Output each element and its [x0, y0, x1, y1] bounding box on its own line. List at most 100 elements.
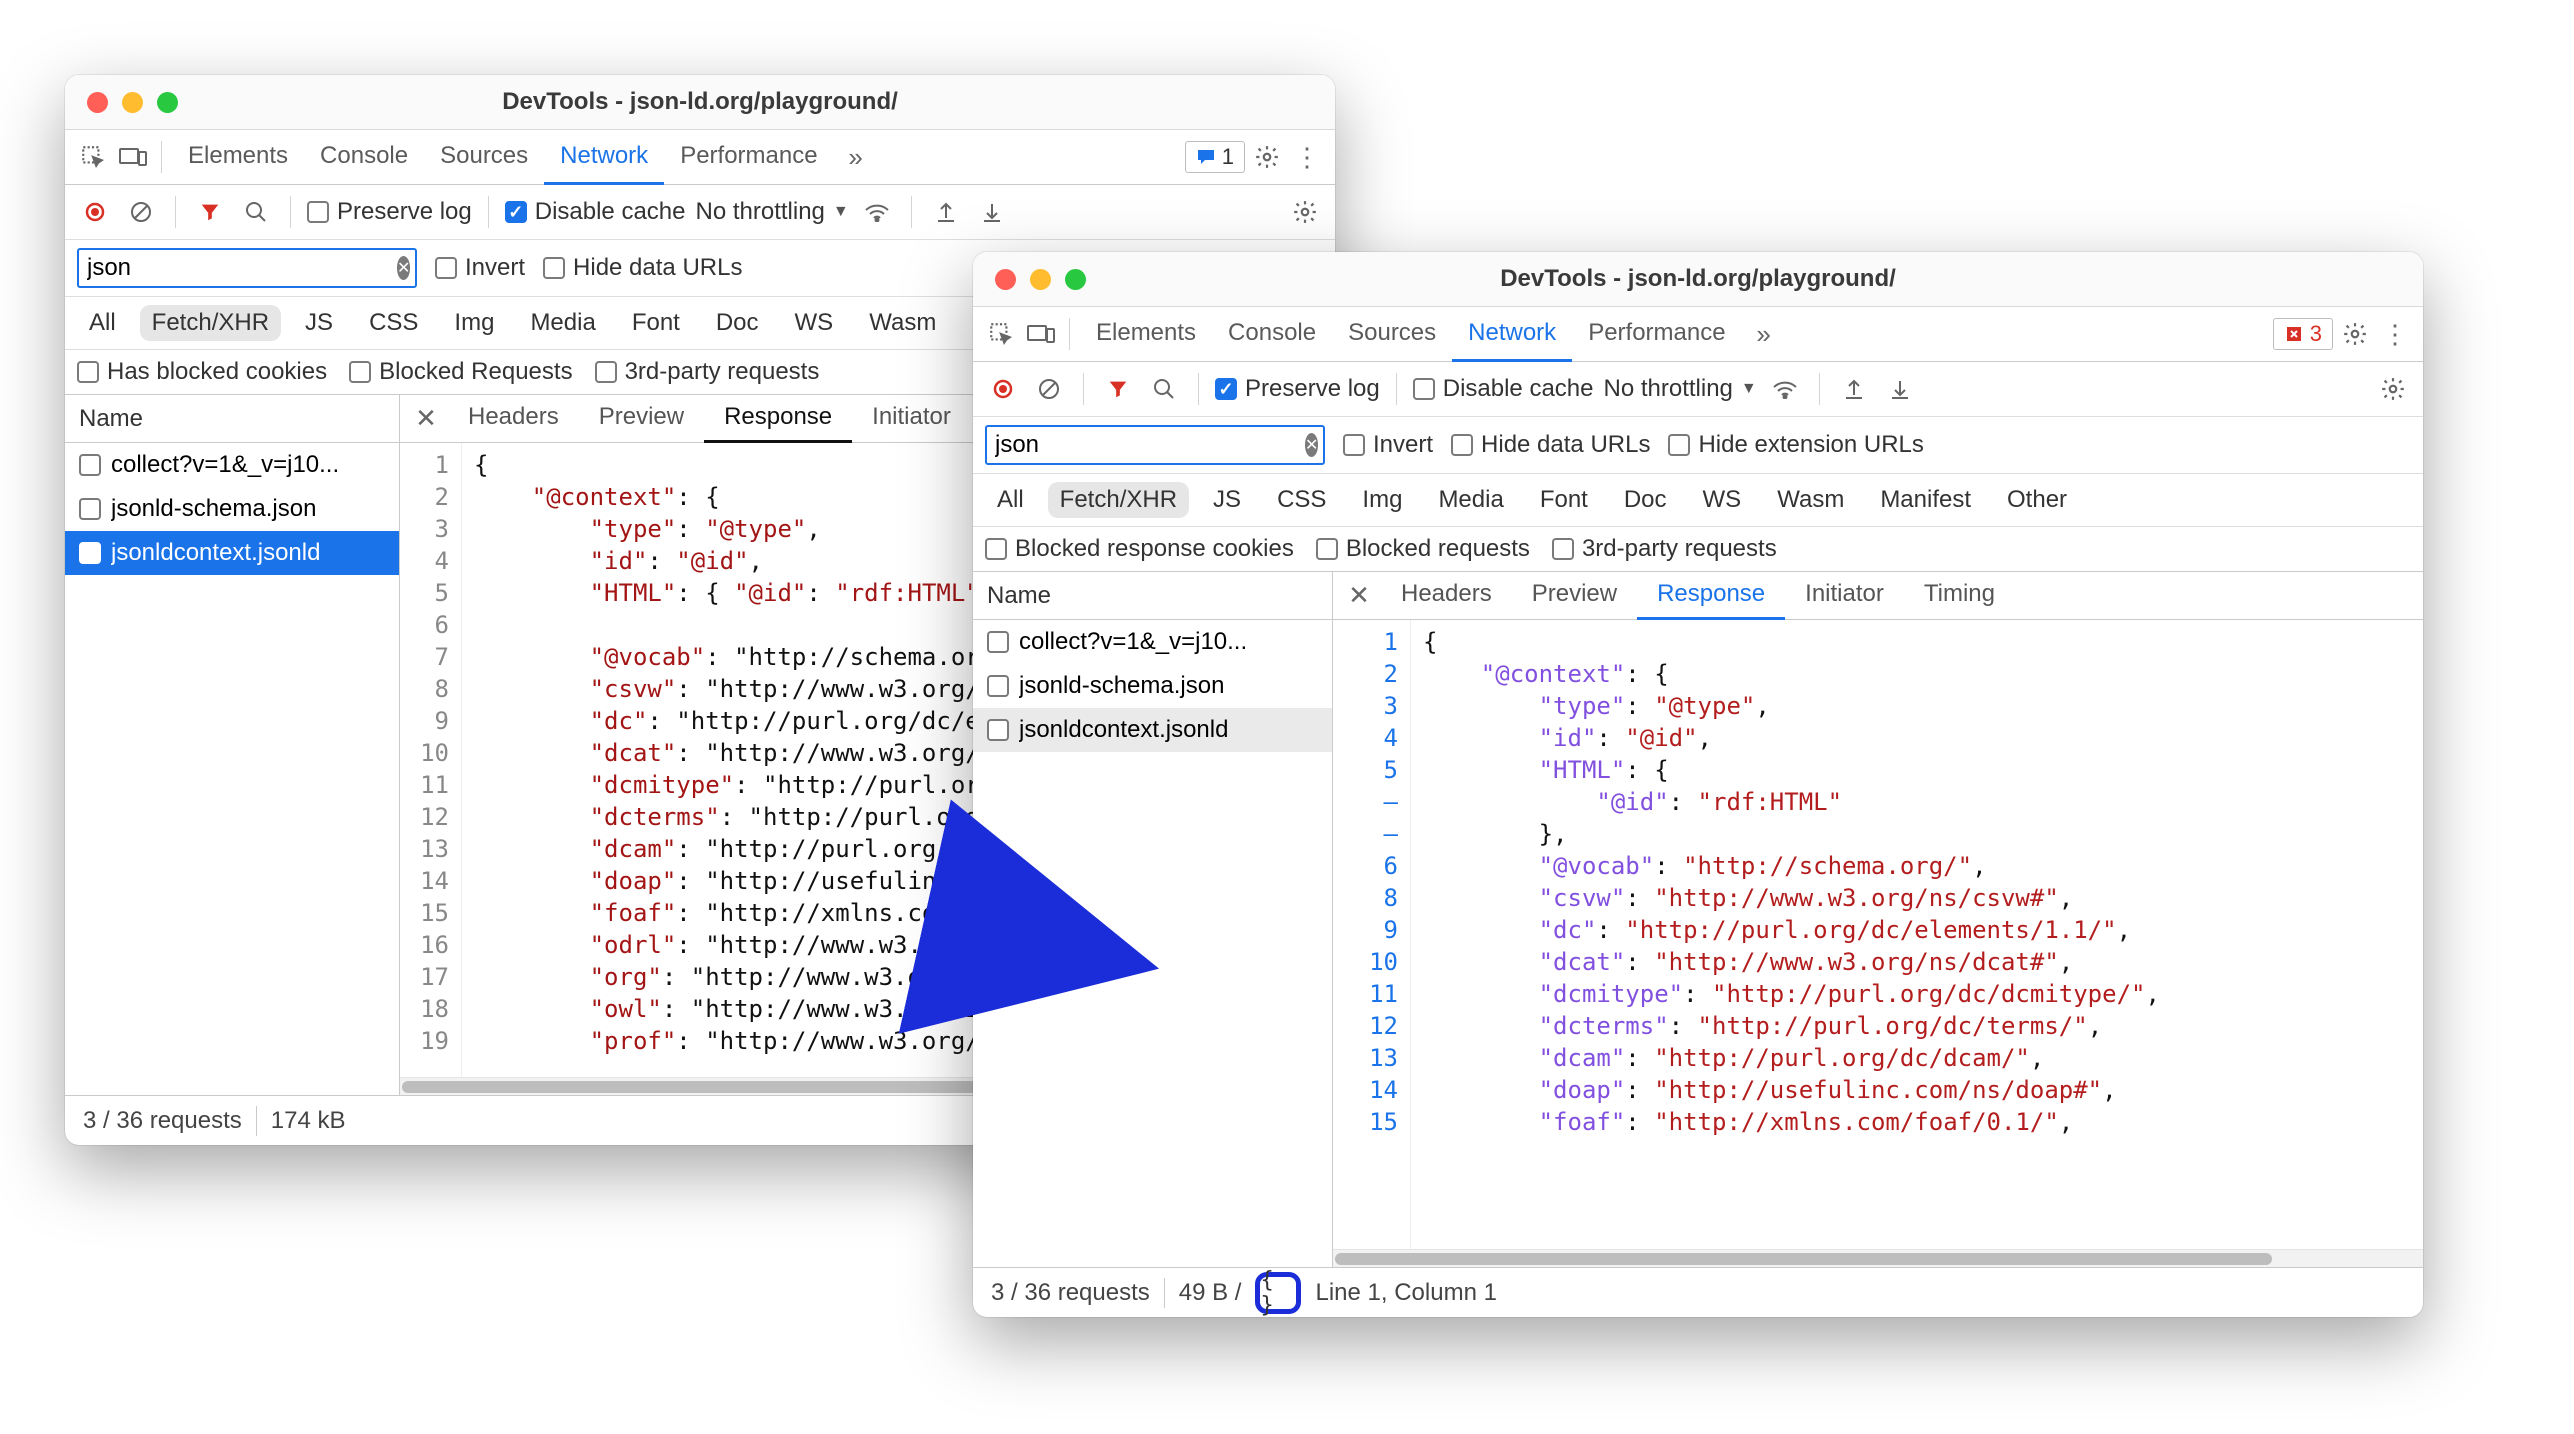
type-filter-fetchxhr[interactable]: Fetch/XHR — [1048, 482, 1189, 518]
close-detail-icon[interactable]: ✕ — [1341, 580, 1377, 611]
blocked-cookies-checkbox[interactable]: Blocked response cookies — [985, 535, 1294, 563]
request-row[interactable]: jsonldcontext.jsonld — [973, 708, 1332, 752]
type-filter-font[interactable]: Font — [620, 305, 692, 341]
close-traffic-light[interactable] — [995, 269, 1016, 290]
type-filter-media[interactable]: Media — [1426, 482, 1515, 518]
preserve-log-checkbox[interactable]: Preserve log — [307, 198, 472, 226]
request-row[interactable]: jsonld-schema.json — [973, 664, 1332, 708]
errors-badge[interactable]: 3 — [2273, 318, 2333, 350]
filter-icon[interactable] — [192, 194, 228, 230]
throttling-dropdown[interactable]: No throttling▼ — [1603, 375, 1756, 403]
clear-filter-icon[interactable]: ✕ — [397, 256, 410, 280]
type-filter-css[interactable]: CSS — [357, 305, 430, 341]
type-filter-all[interactable]: All — [985, 482, 1036, 518]
kebab-menu-icon[interactable]: ⋮ — [2377, 316, 2413, 352]
kebab-menu-icon[interactable]: ⋮ — [1289, 139, 1325, 175]
search-icon[interactable] — [1146, 371, 1182, 407]
type-filter-wasm[interactable]: Wasm — [857, 305, 948, 341]
issues-badge[interactable]: 1 — [1185, 141, 1245, 173]
filter-input-field[interactable] — [87, 254, 397, 282]
type-filter-manifest[interactable]: Manifest — [1868, 482, 1983, 518]
third-party-checkbox[interactable]: 3rd-party requests — [595, 358, 820, 386]
network-settings-icon[interactable] — [2375, 371, 2411, 407]
filter-input-field[interactable] — [995, 431, 1305, 459]
hide-data-urls-checkbox[interactable]: Hide data URLs — [1451, 431, 1650, 459]
settings-icon[interactable] — [2337, 316, 2373, 352]
detail-tab-preview[interactable]: Preview — [1512, 572, 1637, 620]
tab-console[interactable]: Console — [1212, 307, 1332, 362]
tab-elements[interactable]: Elements — [1080, 307, 1212, 362]
inspect-icon[interactable] — [983, 316, 1019, 352]
response-code-viewer[interactable]: 12345––689101112131415 { "@context": { "… — [1333, 620, 2423, 1249]
pretty-print-icon[interactable]: { } — [1255, 1272, 1301, 1314]
clear-icon[interactable] — [1031, 371, 1067, 407]
detail-tab-response[interactable]: Response — [1637, 572, 1785, 620]
device-icon[interactable] — [1023, 316, 1059, 352]
detail-tab-headers[interactable]: Headers — [448, 395, 579, 443]
tab-sources[interactable]: Sources — [1332, 307, 1452, 362]
type-filter-fetchxhr[interactable]: Fetch/XHR — [140, 305, 281, 341]
throttling-dropdown[interactable]: No throttling▼ — [695, 198, 848, 226]
hide-extension-urls-checkbox[interactable]: Hide extension URLs — [1668, 431, 1923, 459]
type-filter-img[interactable]: Img — [442, 305, 506, 341]
minimize-traffic-light[interactable] — [122, 92, 143, 113]
type-filter-js[interactable]: JS — [1201, 482, 1253, 518]
record-icon[interactable] — [77, 194, 113, 230]
type-filter-js[interactable]: JS — [293, 305, 345, 341]
disable-cache-checkbox[interactable]: Disable cache — [505, 198, 686, 226]
clear-filter-icon[interactable]: ✕ — [1305, 433, 1318, 457]
type-filter-img[interactable]: Img — [1350, 482, 1414, 518]
clear-icon[interactable] — [123, 194, 159, 230]
device-icon[interactable] — [115, 139, 151, 175]
tab-network[interactable]: Network — [544, 130, 664, 185]
tab-network[interactable]: Network — [1452, 307, 1572, 362]
invert-checkbox[interactable]: Invert — [1343, 431, 1433, 459]
download-icon[interactable] — [974, 194, 1010, 230]
upload-icon[interactable] — [928, 194, 964, 230]
preserve-log-checkbox[interactable]: Preserve log — [1215, 375, 1380, 403]
search-icon[interactable] — [238, 194, 274, 230]
detail-tab-response[interactable]: Response — [704, 395, 852, 443]
type-filter-media[interactable]: Media — [518, 305, 607, 341]
zoom-traffic-light[interactable] — [1065, 269, 1086, 290]
hide-data-urls-checkbox[interactable]: Hide data URLs — [543, 254, 742, 282]
tab-console[interactable]: Console — [304, 130, 424, 185]
download-icon[interactable] — [1882, 371, 1918, 407]
minimize-traffic-light[interactable] — [1030, 269, 1051, 290]
list-header-name[interactable]: Name — [973, 572, 1332, 620]
detail-tab-preview[interactable]: Preview — [579, 395, 704, 443]
detail-tab-timing[interactable]: Timing — [1904, 572, 2015, 620]
blocked-cookies-checkbox[interactable]: Has blocked cookies — [77, 358, 327, 386]
type-filter-all[interactable]: All — [77, 305, 128, 341]
type-filter-doc[interactable]: Doc — [1612, 482, 1679, 518]
filter-input[interactable]: ✕ — [985, 425, 1325, 465]
filter-input[interactable]: ✕ — [77, 248, 417, 288]
detail-tab-headers[interactable]: Headers — [1381, 572, 1512, 620]
more-tabs-icon[interactable]: » — [1746, 316, 1782, 352]
wifi-icon[interactable] — [859, 194, 895, 230]
horizontal-scrollbar[interactable] — [1333, 1249, 2423, 1267]
tab-performance[interactable]: Performance — [664, 130, 833, 185]
detail-tab-initiator[interactable]: Initiator — [1785, 572, 1904, 620]
request-row[interactable]: jsonldcontext.jsonld — [65, 531, 399, 575]
close-detail-icon[interactable]: ✕ — [408, 403, 444, 434]
filter-icon[interactable] — [1100, 371, 1136, 407]
request-row[interactable]: collect?v=1&_v=j10... — [65, 443, 399, 487]
more-tabs-icon[interactable]: » — [838, 139, 874, 175]
type-filter-wasm[interactable]: Wasm — [1765, 482, 1856, 518]
disable-cache-checkbox[interactable]: Disable cache — [1413, 375, 1594, 403]
wifi-icon[interactable] — [1767, 371, 1803, 407]
tab-performance[interactable]: Performance — [1572, 307, 1741, 362]
type-filter-font[interactable]: Font — [1528, 482, 1600, 518]
zoom-traffic-light[interactable] — [157, 92, 178, 113]
blocked-requests-checkbox[interactable]: Blocked Requests — [349, 358, 572, 386]
settings-icon[interactable] — [1249, 139, 1285, 175]
list-header-name[interactable]: Name — [65, 395, 399, 443]
blocked-requests-checkbox[interactable]: Blocked requests — [1316, 535, 1530, 563]
type-filter-doc[interactable]: Doc — [704, 305, 771, 341]
tab-elements[interactable]: Elements — [172, 130, 304, 185]
detail-tab-initiator[interactable]: Initiator — [852, 395, 971, 443]
tab-sources[interactable]: Sources — [424, 130, 544, 185]
upload-icon[interactable] — [1836, 371, 1872, 407]
inspect-icon[interactable] — [75, 139, 111, 175]
